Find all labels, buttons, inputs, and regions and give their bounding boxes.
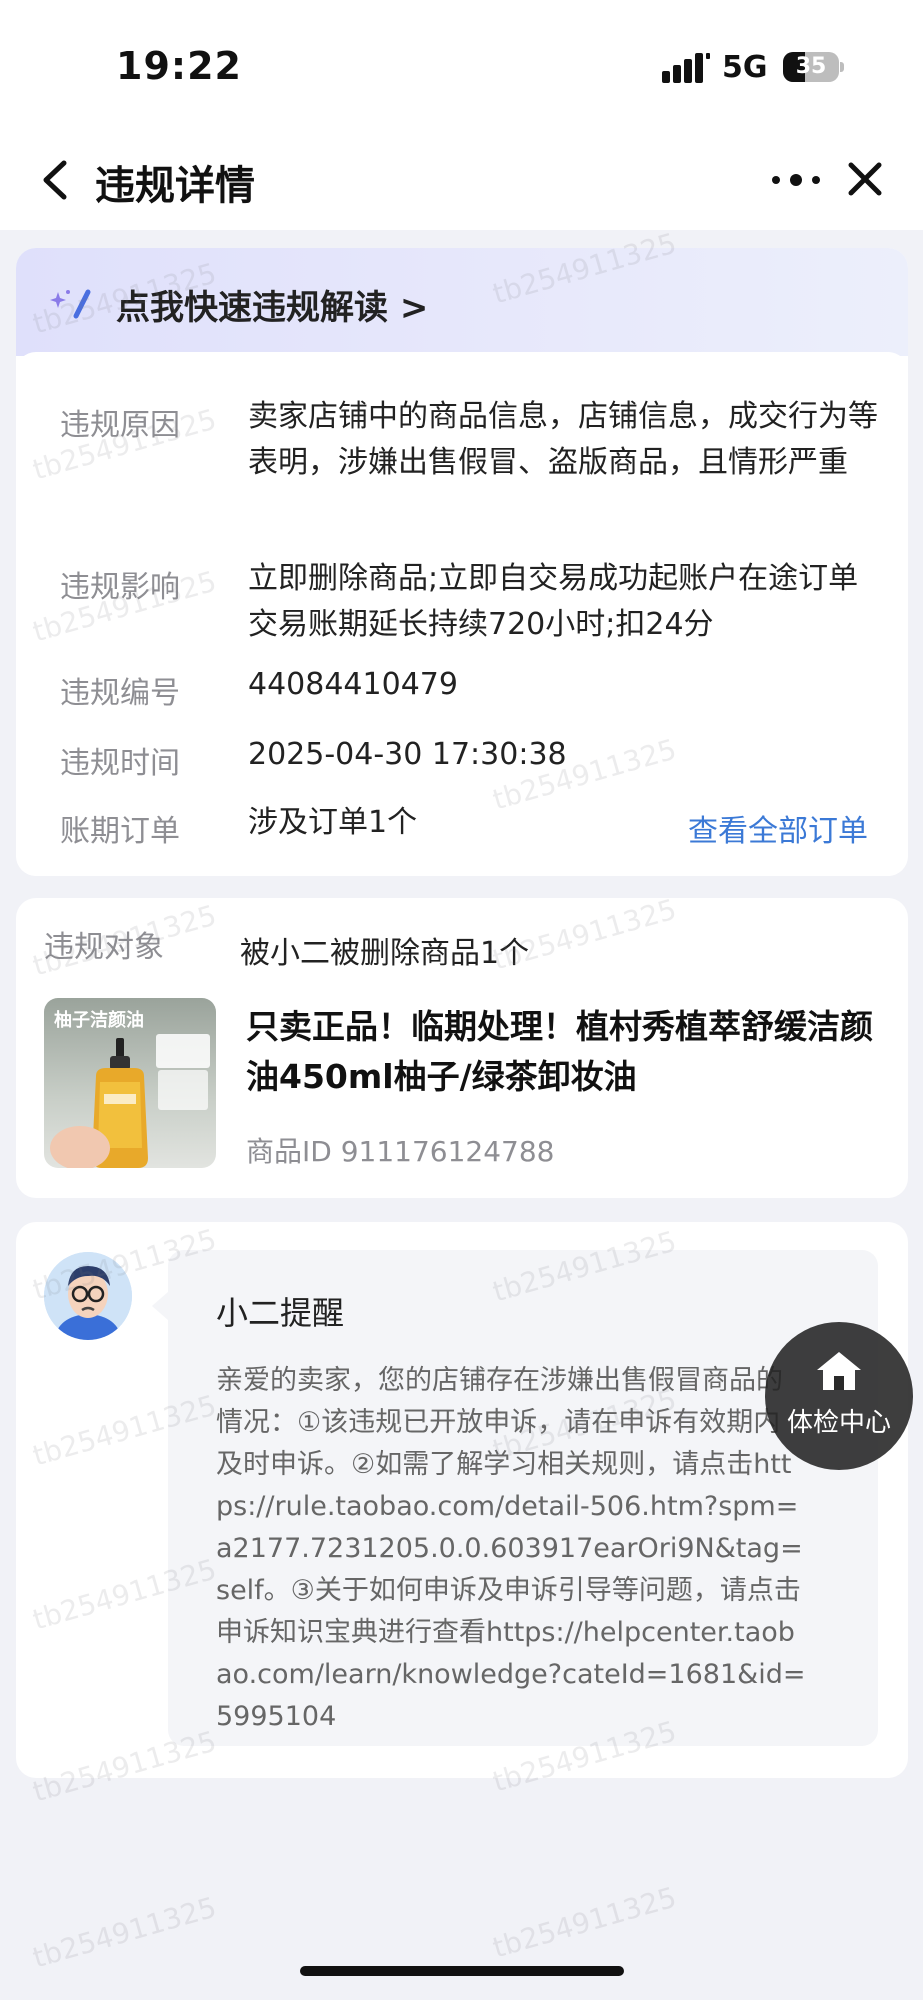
network-label: 5G [722,50,768,85]
violation-details: 违规原因 卖家店铺中的商品信息，店铺信息，成交行为等表明，涉嫌出售假冒、盗版商品… [16,352,908,876]
violation-id-value: 44084410479 [248,667,458,702]
close-icon[interactable] [845,159,885,199]
sparkle-icon [50,289,91,319]
orders-value: 涉及订单1个 [248,805,418,840]
violation-target-card: 违规对象 被小二被删除商品1个 柚子洁颜油 只卖正品！临期处理！植村秀植萃舒缓洁… [16,898,908,1198]
bubble-arrow [152,1292,168,1320]
more-icon[interactable] [770,165,822,195]
impact-value: 立即删除商品;立即自交易成功起账户在途订单交易账期延长持续720小时;扣24分 [248,561,859,642]
reminder-text: 亲爱的卖家，您的店铺存在涉嫌出售假冒商品的情况：①该违规已开放申诉，请在申诉有效… [216,1365,806,1732]
page-title: 违规详情 [95,163,255,209]
violation-time-label: 违规时间 [60,746,180,781]
signal-icon [662,53,710,83]
product-thumbnail[interactable]: 柚子洁颜油 [44,998,216,1168]
reminder-card: 小二提醒 亲爱的卖家，您的店铺存在涉嫌出售假冒商品的情况：①该违规已开放申诉，请… [16,1222,908,1778]
health-check-button[interactable]: 体检中心 [765,1322,913,1470]
reason-value: 卖家店铺中的商品信息，店铺信息，成交行为等表明，涉嫌出售假冒、盗版商品，且情形严… [248,399,878,480]
quick-interpretation-banner[interactable]: 点我快速违规解读 > [16,248,908,356]
reminder-bubble: 小二提醒 亲爱的卖家，您的店铺存在涉嫌出售假冒商品的情况：①该违规已开放申诉，请… [168,1250,878,1746]
battery-icon: 35 [783,52,844,82]
deleted-products-count: 被小二被删除商品1个 [240,936,530,971]
reminder-title: 小二提醒 [216,1294,345,1332]
view-all-orders-link[interactable]: 查看全部订单 [688,806,868,850]
quick-interpretation-label: 点我快速违规解读 > [116,288,429,328]
assistant-avatar [44,1252,132,1340]
violation-id-label: 违规编号 [60,676,180,711]
product-bottle-image [50,1034,210,1168]
health-check-label: 体检中心 [786,1408,891,1438]
violation-time-value: 2025-04-30 17:30:38 [248,737,567,772]
product-id: 商品ID 911176124788 [246,1135,555,1168]
nav-bar: 违规详情 [0,135,923,230]
product-title[interactable]: 只卖正品！临期处理！植村秀植萃舒缓洁颜油450ml柚子/绿茶卸妆油 [246,1002,886,1102]
violation-info-card: 点我快速违规解读 > 违规原因 卖家店铺中的商品信息，店铺信息，成交行为等表明，… [16,248,908,876]
home-indicator[interactable] [300,1966,624,1976]
watermark: tb254911325 [29,1890,220,1975]
status-bar: 19:22 5G 35 [0,0,923,135]
orders-label: 账期订单 [60,814,180,849]
violation-target-label: 违规对象 [44,930,164,965]
status-time: 19:22 [116,44,242,88]
impact-label: 违规影响 [60,570,180,605]
home-icon [817,1352,861,1390]
watermark: tb254911325 [489,1880,680,1965]
assistant-avatar-illustration [44,1252,132,1340]
battery-level: 35 [795,54,827,79]
reason-label: 违规原因 [60,408,180,443]
back-icon[interactable] [36,157,76,203]
